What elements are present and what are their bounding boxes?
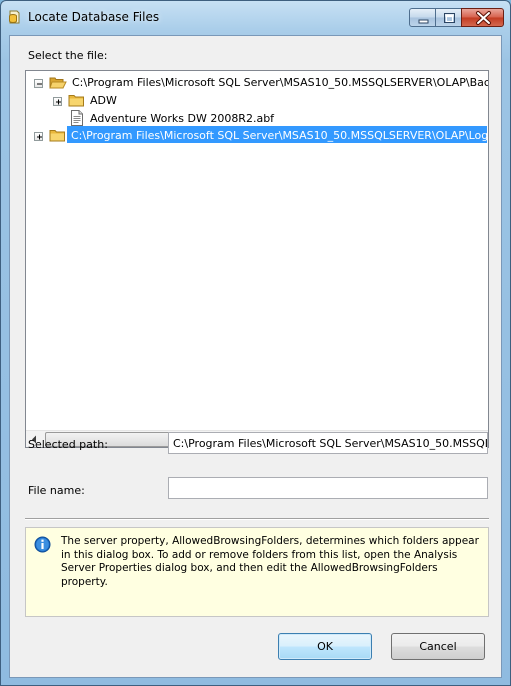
selected-path-field[interactable]: C:\Program Files\Microsoft SQL Server\MS… [168, 432, 488, 454]
file-tree-view[interactable]: C:\Program Files\Microsoft SQL Server\MS… [25, 70, 489, 448]
tree-item-label: C:\Program Files\Microsoft SQL Server\MS… [71, 129, 489, 142]
plus-icon [56, 99, 61, 105]
file-name-field[interactable] [168, 477, 488, 499]
expand-toggle[interactable] [34, 132, 43, 141]
info-text: The server property, AllowedBrowsingFold… [61, 535, 479, 588]
ok-button[interactable]: OK [278, 633, 372, 660]
close-icon [476, 11, 491, 25]
maximize-button[interactable] [435, 8, 462, 27]
close-button[interactable] [461, 8, 504, 27]
tree-item-log-data[interactable]: C:\Program Files\Microsoft SQL Server\MS… [26, 127, 488, 145]
cancel-button[interactable]: Cancel [391, 633, 485, 660]
file-name-label: File name: [28, 484, 85, 497]
folder-open-icon [49, 77, 67, 89]
tree-item-label: ADW [90, 94, 117, 107]
folder-icon [49, 130, 65, 142]
database-app-icon [9, 10, 20, 24]
tree-item-label: C:\Program Files\Microsoft SQL Server\MS… [72, 76, 489, 89]
dialog-window: Locate Database Files Select the file: C… [0, 0, 511, 686]
selected-path-label: Selected path: [28, 438, 108, 451]
selected-path-value: C:\Program Files\Microsoft SQL Server\MS… [173, 437, 488, 450]
dialog-client-area: Select the file: C:\Program Files\Micros… [9, 35, 502, 678]
file-name-input[interactable] [169, 478, 487, 498]
title-bar[interactable]: Locate Database Files [1, 1, 510, 35]
info-panel: The server property, AllowedBrowsingFold… [25, 527, 489, 617]
file-icon [71, 110, 83, 126]
collapse-toggle[interactable] [34, 79, 43, 88]
tree-item-label: Adventure Works DW 2008R2.abf [90, 112, 275, 125]
folder-icon [68, 95, 84, 107]
minus-icon [37, 83, 42, 85]
expand-toggle[interactable] [53, 97, 62, 106]
minimize-icon [418, 19, 429, 24]
info-icon [34, 536, 51, 553]
plus-icon [37, 134, 42, 140]
separator-line [25, 518, 489, 520]
minimize-button[interactable] [409, 8, 436, 27]
tree-item-adw[interactable]: ADW [26, 92, 488, 110]
window-title: Locate Database Files [28, 10, 160, 24]
select-file-label: Select the file: [28, 49, 108, 62]
tree-item-abf-file[interactable]: Adventure Works DW 2008R2.abf [26, 110, 488, 128]
tree-item-backup[interactable]: C:\Program Files\Microsoft SQL Server\MS… [26, 74, 488, 92]
maximize-icon [444, 13, 455, 23]
